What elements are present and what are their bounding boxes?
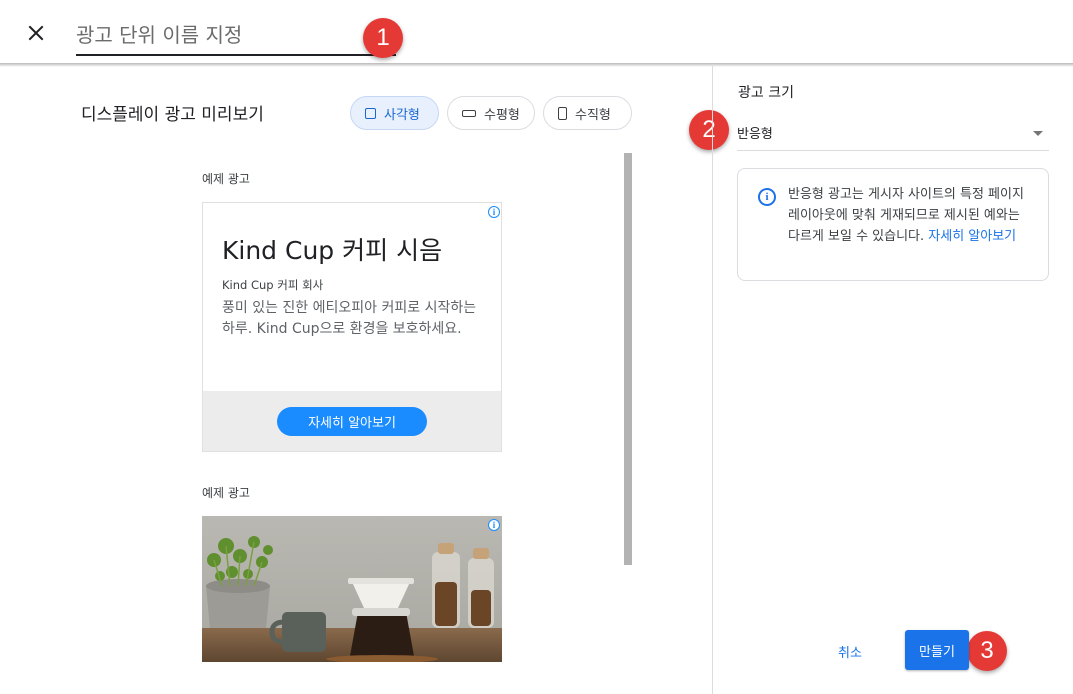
info-icon[interactable]: i: [488, 519, 500, 531]
ad-size-select[interactable]: 반응형: [737, 117, 1049, 151]
create-button[interactable]: 만들기: [905, 630, 969, 670]
preview-title: 디스플레이 광고 미리보기: [81, 105, 264, 125]
close-button[interactable]: [22, 19, 50, 47]
info-text: 반응형 광고는 게시자 사이트의 특정 페이지 레이아웃에 맞춰 게재되므로 제…: [788, 184, 1033, 247]
close-icon: [28, 25, 44, 41]
ad-advertiser: Kind Cup 커피 회사: [222, 278, 324, 292]
ad-description: 풍미 있는 진한 에티오피아 커피로 시작하는 하루. Kind Cup으로 환…: [222, 300, 477, 337]
step-marker-3: 3: [967, 631, 1007, 671]
step-marker-2: 2: [689, 110, 729, 150]
cancel-button[interactable]: 취소: [826, 638, 874, 664]
ad-cta-button[interactable]: 자세히 알아보기: [277, 407, 427, 436]
ad-footer: 자세히 알아보기: [203, 391, 501, 451]
ad-label: 예제 광고: [202, 486, 250, 500]
shape-chip-label: 사각형: [384, 107, 420, 123]
info-icon[interactable]: i: [488, 206, 500, 218]
preview-scrollbar[interactable]: [624, 153, 632, 565]
shape-chip-vertical[interactable]: 수직형: [543, 96, 632, 130]
shape-chip-label: 수평형: [484, 107, 520, 123]
ad-size-value: 반응형: [737, 127, 773, 142]
horizontal-icon: [462, 109, 476, 117]
shape-chip-square[interactable]: 사각형: [350, 96, 439, 130]
ad-size-label: 광고 크기: [738, 85, 794, 101]
square-icon: [365, 107, 376, 119]
coffee-photo: [202, 516, 502, 662]
vertical-icon: [558, 106, 567, 120]
responsive-info-box: i 반응형 광고는 게시자 사이트의 특정 페이지 레이아웃에 맞춰 게재되므로…: [737, 168, 1049, 281]
header-shadow: [0, 63, 1073, 67]
ad-headline: Kind Cup 커피 시음: [222, 236, 443, 265]
dropdown-arrow-icon: [1033, 131, 1043, 136]
ad-label: 예제 광고: [202, 172, 250, 186]
learn-more-link[interactable]: 자세히 알아보기: [928, 229, 1016, 244]
panel-divider: [712, 66, 713, 694]
info-icon: i: [758, 188, 776, 206]
image-ad-preview: i: [202, 516, 502, 662]
header: [0, 0, 1073, 64]
ad-unit-name-input[interactable]: [76, 20, 396, 56]
text-ad-preview: i Kind Cup 커피 시음 Kind Cup 커피 회사 풍미 있는 진한…: [202, 202, 502, 452]
shape-chip-horizontal[interactable]: 수평형: [447, 96, 535, 130]
shape-chip-label: 수직형: [575, 107, 611, 123]
step-marker-1: 1: [363, 18, 403, 58]
